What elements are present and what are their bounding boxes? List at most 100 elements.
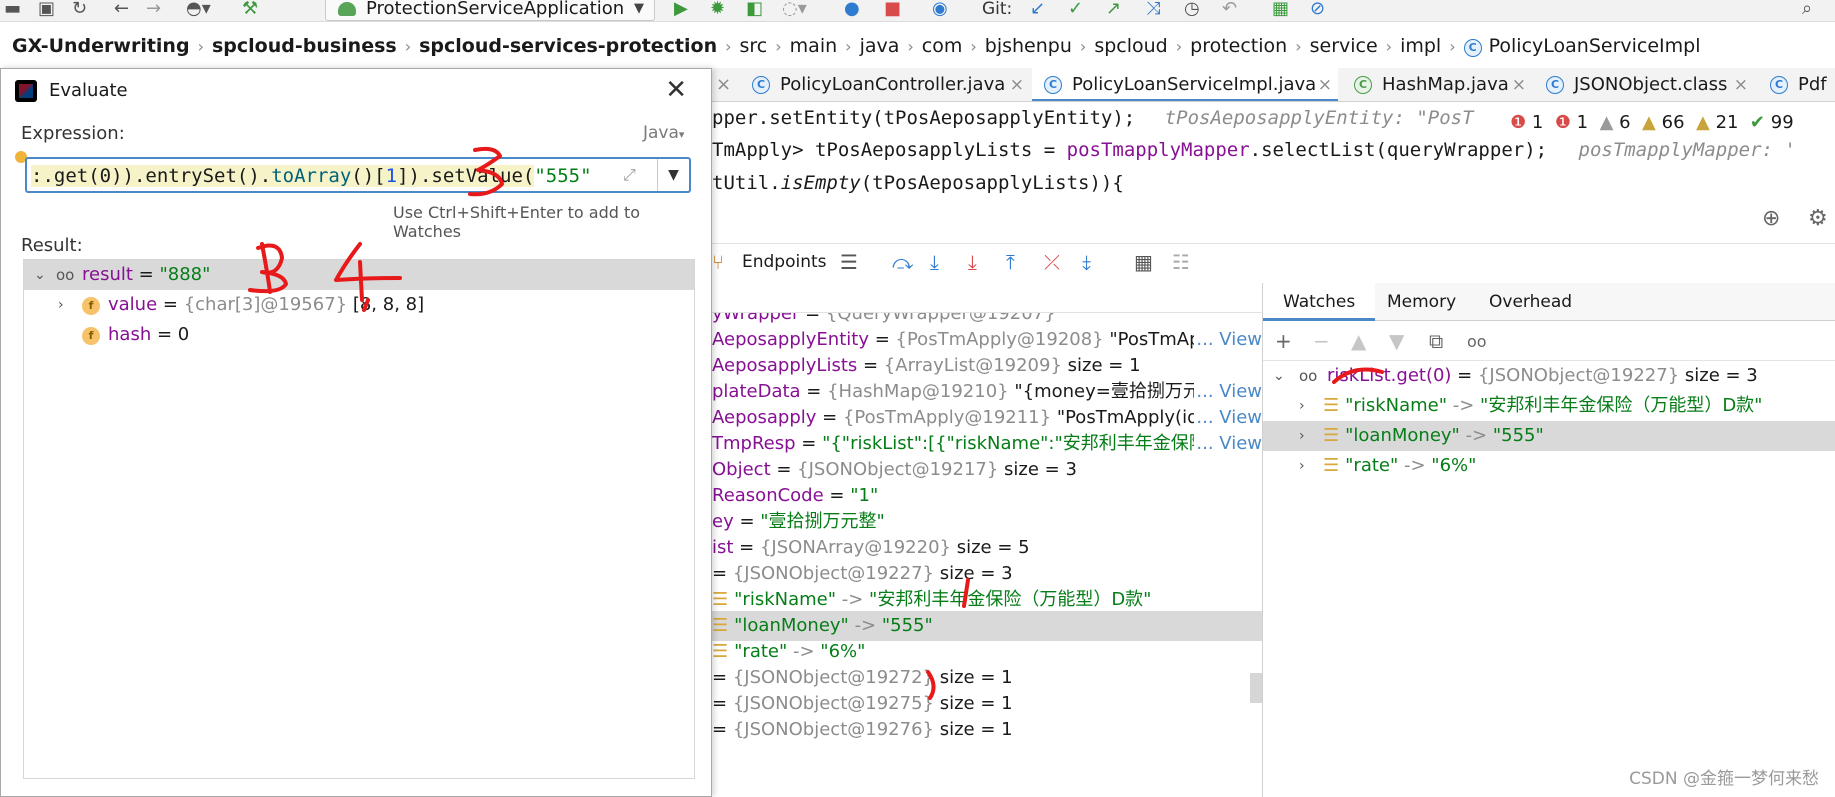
git-history-icon[interactable]: ◷ <box>1184 0 1200 20</box>
run-configuration-select[interactable]: ProtectionServiceApplication ▼ <box>325 0 655 21</box>
tab-jsonobject[interactable]: C JSONObject.class × <box>1534 68 1754 101</box>
profile-icon[interactable]: ◌▾ <box>782 0 807 20</box>
user-dropdown-icon[interactable]: ◓▾ <box>186 0 211 20</box>
code-line[interactable]: pper.setEntity(tPosAeposapplyEntity); tP… <box>712 103 1474 133</box>
breadcrumb-item[interactable]: spcloud <box>1094 35 1167 57</box>
chevron-right-icon[interactable]: › <box>1299 421 1305 451</box>
activity-monitor-icon[interactable]: ▦ <box>1272 0 1289 20</box>
add-watch-icon[interactable]: + <box>1275 329 1292 353</box>
expression-field[interactable]: :.get(0)).entrySet().toArray()[1]).setVa… <box>25 157 691 193</box>
git-push-icon[interactable]: ↗ <box>1106 0 1121 20</box>
menu-icon[interactable]: ☰ <box>840 250 858 274</box>
breadcrumb-item[interactable]: impl <box>1400 35 1441 57</box>
code-line[interactable]: tUtil.isEmpty(tPosAeposapplyLists)){ <box>712 168 1124 198</box>
drop-frame-icon[interactable]: ⤫ <box>1044 250 1060 274</box>
chevron-right-icon[interactable]: › <box>58 290 64 320</box>
run-to-cursor-icon[interactable]: ⤈ <box>1082 250 1091 274</box>
expression-number: 1 <box>385 165 398 187</box>
force-step-into-icon[interactable]: ⤓ <box>968 250 977 274</box>
watch-root-row[interactable]: ⌄ oo riskList.get(0) = {JSONObject@19227… <box>1263 361 1835 391</box>
breadcrumb-item[interactable]: service <box>1310 35 1378 57</box>
breadcrumb-item[interactable]: protection <box>1190 35 1287 57</box>
scrollbar-thumb[interactable] <box>1250 673 1262 703</box>
move-up-icon[interactable]: ▲ <box>1351 329 1366 353</box>
power-save-icon[interactable]: ⊘ <box>1310 0 1325 20</box>
endpoints-tab[interactable]: Endpoints <box>742 252 827 272</box>
close-button[interactable]: ✕ <box>665 73 687 107</box>
close-icon[interactable]: × <box>1010 68 1024 101</box>
move-down-icon[interactable]: ▼ <box>1389 329 1404 353</box>
breadcrumb-item[interactable]: main <box>790 35 837 57</box>
tab-memory[interactable]: Memory <box>1367 283 1476 321</box>
language-select[interactable]: Java▾ <box>643 123 684 143</box>
variable-row[interactable]: = {JSONObject@19276} size = 1 <box>712 715 1262 745</box>
close-icon[interactable]: × <box>1734 68 1748 101</box>
attach-debugger-icon[interactable]: ● <box>844 0 860 20</box>
sync-icon[interactable]: ↻ <box>72 0 87 20</box>
tab-hashmap[interactable]: C HashMap.java × <box>1342 68 1532 101</box>
tab-pdf[interactable]: C Pdf <box>1758 68 1835 101</box>
dialog-title-bar[interactable]: Evaluate ✕ <box>1 69 711 113</box>
breadcrumb-item[interactable]: bjshenpu <box>985 35 1072 57</box>
field-row-hash[interactable]: f hash = 0 <box>24 320 694 350</box>
expression-input[interactable]: :.get(0)).entrySet().toArray()[1]).setVa… <box>31 162 621 190</box>
code-line[interactable]: TmApply> tPosAeposapplyLists = posTmappl… <box>712 135 1796 165</box>
watch-entry-row[interactable]: › ☰ "rate" -> "6%" <box>1263 451 1835 481</box>
watch-entry-row[interactable]: › ☰ "loanMoney" -> "555" <box>1263 421 1835 451</box>
inspection-widget[interactable]: ❶ 1 ❶ 1 ▲ 6 ▲ 66 ▲ 21 ✔ 99 <box>1510 112 1794 133</box>
step-out-icon[interactable]: ⤒ <box>1006 250 1015 274</box>
step-over-icon[interactable]: ⤓ <box>930 250 939 274</box>
git-merge-icon[interactable]: ⤨ <box>1146 0 1160 20</box>
open-folder-icon[interactable]: ▬ <box>4 0 21 20</box>
variable-type: {ArrayList@19209} <box>883 355 1062 376</box>
tab-overflow-close-icon[interactable]: × <box>712 68 732 101</box>
tab-policyloancontroller[interactable]: C PolicyLoanController.java × <box>740 68 1030 101</box>
git-update-icon[interactable]: ↙ <box>1030 0 1045 20</box>
forward-arrow-icon[interactable]: → <box>146 0 161 20</box>
breadcrumb-item[interactable]: C PolicyLoanServiceImpl <box>1463 35 1701 57</box>
debug-icon[interactable]: ✹ <box>710 0 725 20</box>
field-row-value[interactable]: › f value = {char[3]@19567} [8, 8, 8] <box>24 290 694 320</box>
show-execution-point-icon[interactable]: ⤼ <box>892 250 913 274</box>
chevron-right-icon[interactable]: › <box>1299 391 1305 421</box>
expand-icon[interactable]: ⤢ <box>623 165 636 185</box>
tab-policyloanserviceimpl[interactable]: C PolicyLoanServiceImpl.java × <box>1032 68 1338 101</box>
copy-icon[interactable]: ⧉ <box>1429 329 1443 353</box>
warning-count: 66 <box>1661 112 1685 133</box>
tab-overhead[interactable]: Overhead <box>1469 283 1592 321</box>
history-dropdown-icon[interactable]: ▼ <box>657 159 689 191</box>
git-rollback-icon[interactable]: ↶ <box>1222 0 1237 20</box>
update-icon[interactable]: ◉ <box>932 0 948 20</box>
chevron-down-icon[interactable]: ⌄ <box>34 260 46 290</box>
chevron-right-icon: › <box>197 36 204 56</box>
add-to-watches-hint: Use Ctrl+Shift+Enter to add to Watches <box>393 203 641 241</box>
tab-watches[interactable]: Watches <box>1263 283 1376 321</box>
coverage-icon[interactable]: ◧ <box>746 0 763 20</box>
save-icon[interactable]: ▣ <box>38 0 55 20</box>
stop-icon[interactable]: ■ <box>884 0 901 20</box>
git-commit-icon[interactable]: ✓ <box>1068 0 1083 20</box>
settings-gear-icon[interactable]: ⚙ <box>1808 206 1828 231</box>
breadcrumb-item[interactable]: spcloud-services-protection <box>419 35 717 57</box>
glasses-icon[interactable]: oo <box>1467 332 1487 351</box>
remove-watch-icon[interactable]: − <box>1313 329 1330 353</box>
breadcrumb-item[interactable]: java <box>860 35 900 57</box>
expression-text: :.get(0)).entrySet(). <box>31 165 272 187</box>
close-icon[interactable]: × <box>1318 68 1332 101</box>
evaluate-icon[interactable]: ▦ <box>1134 250 1153 274</box>
breadcrumb-item[interactable]: GX-Underwriting <box>12 35 190 57</box>
run-icon[interactable]: ▶ <box>674 0 688 20</box>
chevron-down-icon[interactable]: ⌄ <box>1273 361 1285 391</box>
breadcrumb-item[interactable]: spcloud-business <box>212 35 397 57</box>
build-hammer-icon[interactable]: ⚒ <box>242 0 258 20</box>
search-icon[interactable]: ⌕ <box>1802 0 1812 20</box>
trace-icon[interactable]: ☷ <box>1172 250 1190 274</box>
result-row[interactable]: ⌄ oo result = "888" <box>24 260 694 290</box>
breadcrumb-item[interactable]: com <box>922 35 963 57</box>
chevron-right-icon[interactable]: › <box>1299 451 1305 481</box>
breadcrumb-item[interactable]: src <box>740 35 768 57</box>
back-arrow-icon[interactable]: ← <box>114 0 129 20</box>
close-icon[interactable]: × <box>1512 68 1526 101</box>
crosshair-icon[interactable]: ⊕ <box>1762 206 1780 231</box>
watch-entry-row[interactable]: › ☰ "riskName" -> "安邦利丰年金保险（万能型）D款" <box>1263 391 1835 421</box>
